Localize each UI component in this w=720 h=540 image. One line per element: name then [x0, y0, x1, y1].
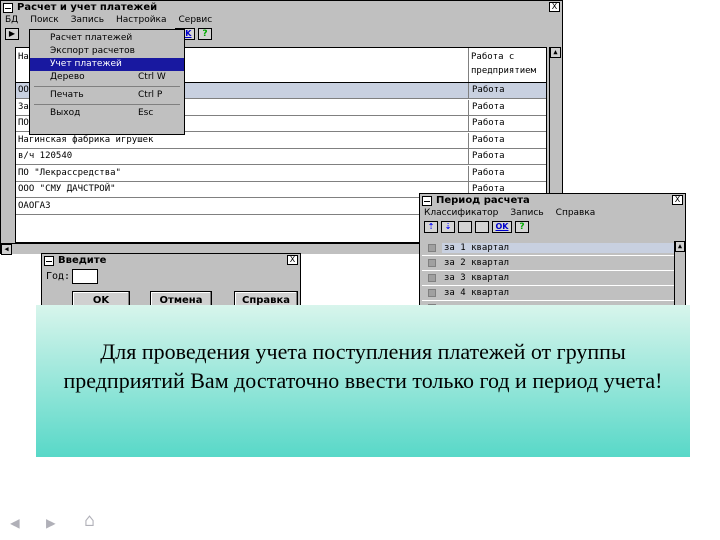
row-status: Работа [468, 116, 545, 131]
close-button[interactable]: X [287, 255, 298, 265]
row-name: За [18, 101, 29, 112]
period-item-label: за 4 квартал [444, 288, 510, 298]
checkbox-icon[interactable] [428, 274, 436, 282]
blank-tool-button[interactable] [458, 220, 472, 233]
menu-item-calc-payments[interactable]: Расчет платежей [30, 32, 184, 45]
ok-tool-button[interactable]: OK [492, 220, 512, 233]
menu-service[interactable]: Сервис [179, 15, 213, 25]
home-icon[interactable]: ⌂ [84, 510, 95, 531]
row-name: Нагинская фабрика игрушек [18, 134, 154, 145]
checkbox-icon[interactable] [428, 259, 436, 267]
checkbox-icon[interactable] [428, 289, 436, 297]
row-name: ОАОГАЗ [18, 200, 51, 211]
period-item-label: за 3 квартал [444, 273, 510, 283]
menu-record[interactable]: Запись [71, 15, 104, 25]
period-item-label: за 1 квартал [442, 243, 674, 253]
year-label: Год: [46, 271, 71, 282]
scroll-up-icon[interactable]: ▲ [675, 241, 685, 252]
period-window-titlebar[interactable]: Период расчета X [420, 194, 685, 207]
menu-item-tree[interactable]: Дерево Ctrl W [30, 71, 184, 84]
row-name: в/ч 120540 [18, 151, 73, 161]
table-row[interactable]: в/ч 120540 Работа [16, 149, 546, 165]
system-menu-icon[interactable] [44, 255, 54, 266]
menu-separator [34, 86, 180, 87]
prev-slide-icon[interactable]: ◀ [10, 513, 20, 532]
column-header-work[interactable]: Работа с предприятием [471, 50, 545, 78]
menu-search[interactable]: Поиск [30, 15, 59, 25]
main-menubar: БД Поиск Запись Настройка Сервис [1, 14, 562, 26]
menu-classifier[interactable]: Классификатор [424, 208, 498, 218]
period-item[interactable]: за 4 квартал [422, 286, 674, 301]
period-item[interactable]: за 3 квартал [422, 271, 674, 286]
play-button[interactable]: ▶ [5, 27, 19, 40]
period-item[interactable]: за 2 квартал [422, 256, 674, 271]
row-status: Работа [468, 149, 545, 164]
row-name: ОО [18, 85, 29, 95]
menu-settings[interactable]: Настройка [116, 15, 167, 25]
close-button[interactable]: X [672, 195, 683, 205]
main-window-titlebar[interactable]: Расчет и учет платежей X [1, 1, 562, 14]
period-window: Период расчета X Классификатор Запись Сп… [419, 193, 686, 321]
main-window-title: Расчет и учет платежей [17, 2, 158, 13]
scroll-left-icon[interactable]: ◀ [1, 244, 12, 255]
period-menubar: Классификатор Запись Справка [420, 207, 685, 219]
caption-panel: Для проведения учета поступления платеже… [36, 305, 690, 457]
menu-separator [34, 104, 180, 105]
row-status: Работа [468, 165, 545, 181]
menu-db[interactable]: БД [5, 15, 18, 25]
scroll-up-icon[interactable]: ▲ [550, 47, 561, 58]
menu-help[interactable]: Справка [556, 208, 596, 218]
period-item-label: за 2 квартал [444, 258, 510, 268]
next-slide-icon[interactable]: ▶ [46, 513, 56, 532]
help-tool-button[interactable]: ? [198, 27, 212, 40]
system-menu-icon[interactable] [422, 195, 432, 206]
menu-item-payment-accounting[interactable]: Учет платежей [30, 58, 184, 71]
period-item[interactable]: за 1 квартал [422, 241, 674, 256]
checkbox-icon[interactable] [428, 244, 436, 252]
caption-text: Для проведения учета поступления платеже… [63, 339, 663, 393]
period-toolbar: ⇡ ⇣ OK ? [420, 219, 685, 234]
menu-item-print[interactable]: Печать Ctrl P [30, 89, 184, 102]
move-down-icon[interactable]: ⇣ [441, 220, 455, 233]
row-status: Работа [468, 83, 545, 98]
row-status: Работа [468, 99, 545, 115]
system-menu-icon[interactable] [3, 2, 13, 13]
row-status: Работа [468, 132, 545, 148]
row-name: ООО "СМУ ДАЧСТРОЙ" [18, 184, 116, 194]
record-menu-dropdown: Расчет платежей Экспорт расчетов Учет пл… [29, 29, 185, 135]
close-button[interactable]: X [549, 2, 560, 12]
period-window-title: Период расчета [436, 195, 530, 206]
menu-item-export-calcs[interactable]: Экспорт расчетов [30, 45, 184, 58]
table-row[interactable]: ПО "Лекрассредства" Работа [16, 165, 546, 182]
move-up-icon[interactable]: ⇡ [424, 220, 438, 233]
row-name: ПО [18, 118, 29, 128]
help-tool-button[interactable]: ? [515, 220, 529, 233]
menu-record[interactable]: Запись [510, 208, 543, 218]
blank-tool-button[interactable] [475, 220, 489, 233]
row-name: ПО "Лекрассредства" [18, 167, 121, 178]
menu-item-exit[interactable]: Выход Esc [30, 107, 184, 120]
year-input[interactable] [72, 269, 98, 284]
dialog-title: Введите [58, 255, 107, 266]
dialog-titlebar[interactable]: Введите X [42, 254, 300, 267]
